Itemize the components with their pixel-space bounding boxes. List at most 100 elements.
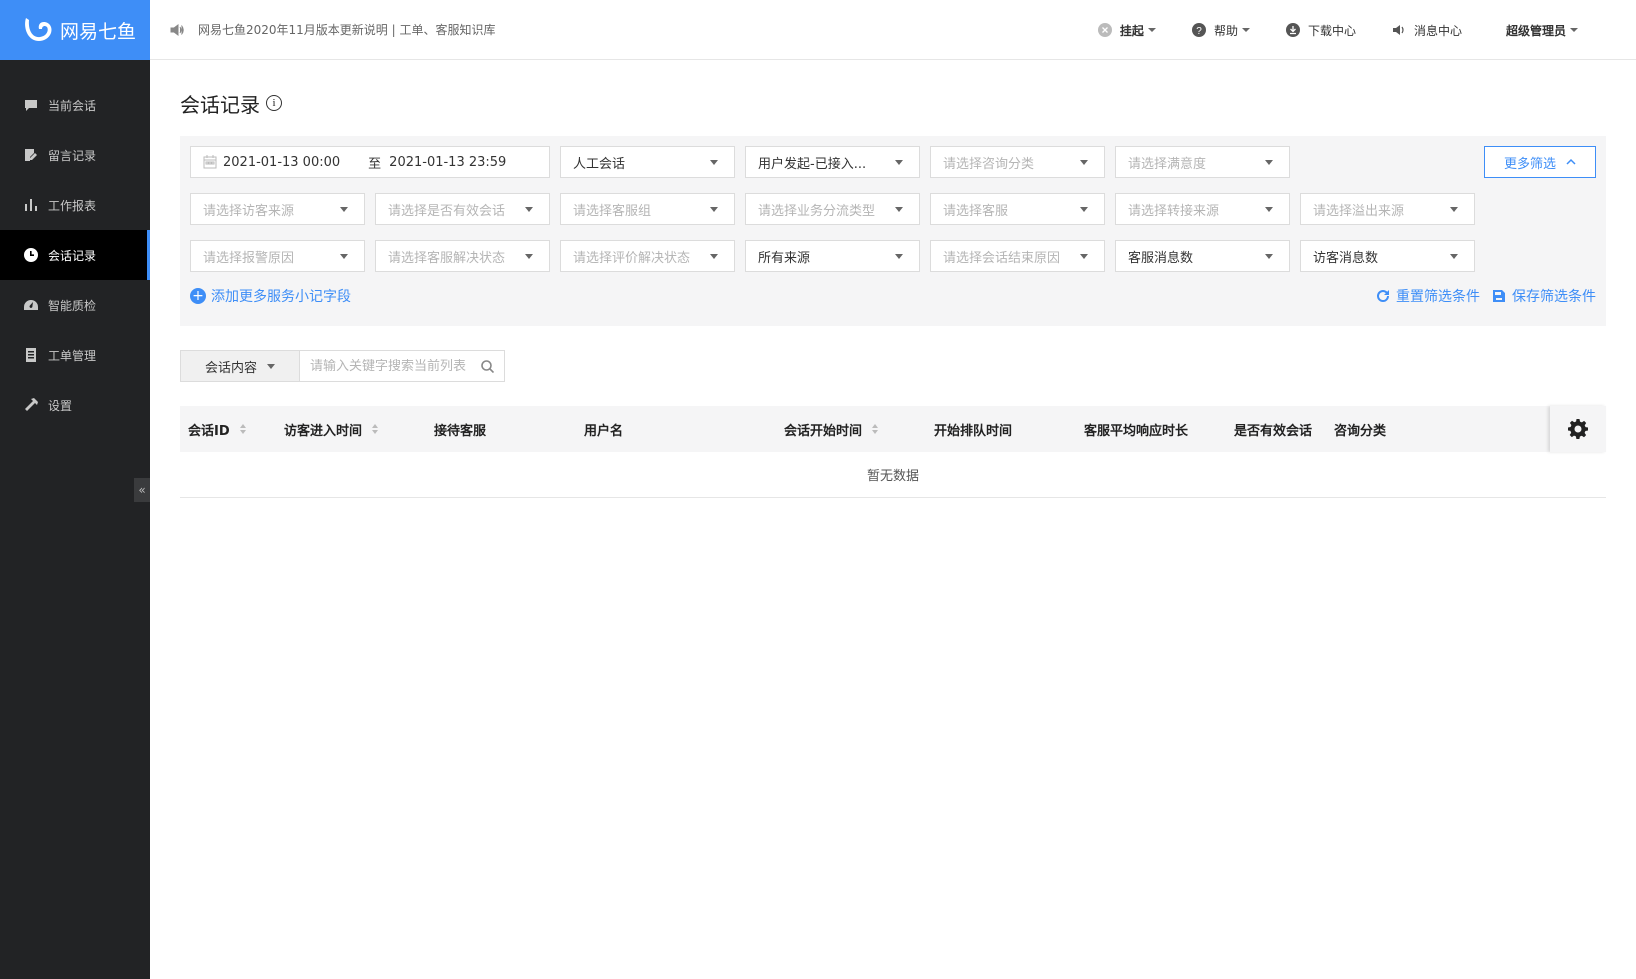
sidebar-item-messages[interactable]: 留言记录 bbox=[0, 130, 150, 180]
chevron-down-icon bbox=[1080, 160, 1088, 165]
help-dropdown[interactable]: ? 帮助 bbox=[1191, 22, 1250, 39]
satisfaction-select[interactable]: 请选择满意度 bbox=[1115, 146, 1290, 178]
select-value: 用户发起-已接入... bbox=[758, 156, 867, 172]
transfer-source-select[interactable]: 请选择转接来源 bbox=[1115, 193, 1290, 225]
plus-circle-icon: + bbox=[190, 288, 206, 304]
sidebar-item-quality-check[interactable]: 智能质检 bbox=[0, 280, 150, 330]
sort-icon[interactable] bbox=[872, 424, 879, 434]
session-type-select[interactable]: 人工会话 bbox=[560, 146, 735, 178]
column-header-session-start-time[interactable]: 会话开始时间 bbox=[776, 420, 926, 439]
sidebar-item-label: 会话记录 bbox=[48, 248, 97, 263]
select-placeholder: 请选择评价解决状态 bbox=[573, 250, 691, 266]
sidebar-item-current-chat[interactable]: 当前会话 bbox=[0, 80, 150, 130]
valid-session-select[interactable]: 请选择是否有效会话 bbox=[375, 193, 550, 225]
reset-filters-label: 重置筛选条件 bbox=[1396, 289, 1480, 305]
more-filters-button[interactable]: 更多筛选 bbox=[1484, 146, 1596, 178]
page-title-text: 会话记录 bbox=[180, 92, 260, 117]
filter-panel: 2021-01-13 00:00 至 2021-01-13 23:59 人工会话… bbox=[180, 136, 1606, 326]
column-label: 是否有效会话 bbox=[1234, 423, 1313, 439]
sort-icon[interactable] bbox=[239, 424, 246, 434]
session-table: 会话ID 访客进入时间 接待客服 用户名 会话开始时间 开始排队时间 客服平均响… bbox=[180, 406, 1606, 498]
search-bar: 会话内容 bbox=[180, 350, 1606, 382]
select-value: 人工会话 bbox=[573, 156, 626, 172]
agent-msg-count-select[interactable]: 客服消息数 bbox=[1115, 240, 1290, 272]
end-reason-select[interactable]: 请选择会话结束原因 bbox=[930, 240, 1105, 272]
search-input-wrapper bbox=[300, 350, 505, 382]
column-label: 接待客服 bbox=[434, 423, 487, 439]
search-scope-select[interactable]: 会话内容 bbox=[180, 350, 300, 382]
eval-resolve-select[interactable]: 请选择评价解决状态 bbox=[560, 240, 735, 272]
chevron-down-icon bbox=[895, 160, 903, 165]
reset-filters-button[interactable]: 重置筛选条件 bbox=[1376, 286, 1480, 306]
overflow-source-select[interactable]: 请选择溢出来源 bbox=[1300, 193, 1475, 225]
agent-group-select[interactable]: 请选择客服组 bbox=[560, 193, 735, 225]
chevron-down-icon bbox=[340, 254, 348, 259]
status-dropdown[interactable]: 挂起 bbox=[1097, 22, 1156, 39]
message-label: 消息中心 bbox=[1413, 23, 1462, 38]
agent-select[interactable]: 请选择客服 bbox=[930, 193, 1105, 225]
help-icon: ? bbox=[1191, 23, 1206, 37]
select-placeholder: 请选择会话结束原因 bbox=[943, 250, 1061, 266]
sidebar-item-settings[interactable]: 设置 bbox=[0, 380, 150, 430]
sidebar-item-label: 当前会话 bbox=[48, 98, 97, 113]
source-select[interactable]: 所有来源 bbox=[745, 240, 920, 272]
hammer-icon bbox=[25, 398, 38, 411]
search-input[interactable] bbox=[310, 358, 470, 374]
select-placeholder: 请选择客服 bbox=[943, 203, 1009, 219]
select-placeholder: 请选择咨询分类 bbox=[943, 156, 1035, 172]
user-menu[interactable]: 超级管理员 bbox=[1506, 22, 1578, 39]
sidebar-item-session-records[interactable]: 会话记录 bbox=[0, 230, 150, 280]
chevron-down-icon bbox=[1147, 28, 1156, 32]
search-icon[interactable] bbox=[481, 360, 494, 373]
brand-logo[interactable]: 网易七鱼 bbox=[0, 0, 150, 60]
chevron-down-icon bbox=[1241, 28, 1250, 32]
select-placeholder: 请选择满意度 bbox=[1128, 156, 1207, 172]
save-filters-button[interactable]: 保存筛选条件 bbox=[1492, 286, 1596, 306]
select-value: 访客消息数 bbox=[1313, 250, 1379, 266]
search-scope-value: 会话内容 bbox=[204, 360, 257, 376]
sidebar-collapse-button[interactable]: « bbox=[134, 478, 150, 502]
select-value: 所有来源 bbox=[758, 250, 811, 266]
gear-icon bbox=[1568, 419, 1588, 439]
save-filters-label: 保存筛选条件 bbox=[1512, 289, 1596, 305]
date-range-picker[interactable]: 2021-01-13 00:00 至 2021-01-13 23:59 bbox=[190, 146, 550, 178]
chevron-down-icon bbox=[895, 207, 903, 212]
agent-resolve-select[interactable]: 请选择客服解决状态 bbox=[375, 240, 550, 272]
column-label: 访客进入时间 bbox=[284, 423, 363, 439]
chevron-down-icon bbox=[1570, 28, 1578, 32]
bar-chart-icon bbox=[25, 199, 37, 211]
sort-icon[interactable] bbox=[372, 424, 379, 434]
speaker-icon bbox=[170, 23, 184, 36]
chevron-down-icon bbox=[710, 160, 718, 165]
edit-note-icon bbox=[25, 149, 37, 161]
column-label: 开始排队时间 bbox=[934, 423, 1013, 439]
select-placeholder: 请选择业务分流类型 bbox=[758, 203, 876, 219]
add-fields-link[interactable]: + 添加更多服务小记字段 bbox=[190, 286, 351, 306]
column-header-visitor-enter-time[interactable]: 访客进入时间 bbox=[276, 420, 426, 439]
info-icon[interactable]: i bbox=[266, 95, 282, 111]
download-center-link[interactable]: 下载中心 bbox=[1285, 22, 1356, 39]
calendar-icon bbox=[203, 155, 217, 169]
column-header-username: 用户名 bbox=[576, 420, 776, 439]
select-placeholder: 请选择客服组 bbox=[573, 203, 652, 219]
visitor-msg-count-select[interactable]: 访客消息数 bbox=[1300, 240, 1475, 272]
alarm-reason-select[interactable]: 请选择报警原因 bbox=[190, 240, 365, 272]
consult-category-select[interactable]: 请选择咨询分类 bbox=[930, 146, 1105, 178]
column-header-session-id[interactable]: 会话ID bbox=[180, 420, 276, 439]
announcement-text: 网易七鱼2020年11月版本更新说明 | 工单、客服知识库 bbox=[198, 23, 496, 37]
column-settings-button[interactable] bbox=[1550, 406, 1606, 452]
announcement[interactable]: 网易七鱼2020年11月版本更新说明 | 工单、客服知识库 bbox=[150, 21, 495, 38]
refresh-icon bbox=[1377, 290, 1389, 302]
initiator-select[interactable]: 用户发起-已接入... bbox=[745, 146, 920, 178]
download-icon bbox=[1285, 23, 1300, 37]
select-placeholder: 请选择访客来源 bbox=[203, 203, 295, 219]
biz-type-select[interactable]: 请选择业务分流类型 bbox=[745, 193, 920, 225]
visitor-source-select[interactable]: 请选择访客来源 bbox=[190, 193, 365, 225]
empty-state: 暂无数据 bbox=[180, 452, 1606, 498]
message-center-link[interactable]: 消息中心 bbox=[1392, 22, 1462, 39]
sidebar: 网易七鱼 当前会话 留言记录 工作报表 会话记录 智能质检 工单管理 设置 « bbox=[0, 0, 150, 979]
sidebar-item-tickets[interactable]: 工单管理 bbox=[0, 330, 150, 380]
sidebar-item-label: 工单管理 bbox=[48, 348, 97, 363]
sidebar-item-reports[interactable]: 工作报表 bbox=[0, 180, 150, 230]
download-label: 下载中心 bbox=[1307, 23, 1356, 38]
